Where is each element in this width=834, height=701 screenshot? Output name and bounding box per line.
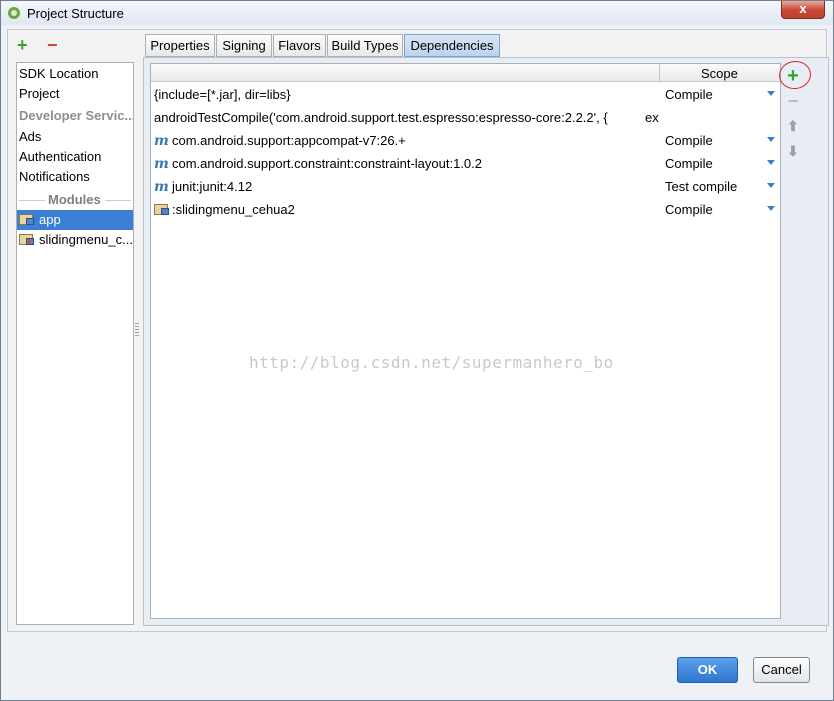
tab-flavors[interactable]: Flavors [273, 34, 326, 57]
library-module-icon [19, 233, 35, 245]
dependency-name: :slidingmenu_cehua2 [172, 202, 295, 217]
dependency-row[interactable]: m com.android.support.constraint:constrai… [151, 152, 780, 175]
chevron-down-icon[interactable] [767, 160, 775, 165]
dependency-name: com.android.support:appcompat-v7:26.+ [172, 133, 406, 148]
scope-dropdown[interactable]: Compile [665, 87, 713, 102]
maven-icon: m [154, 156, 169, 172]
modules-section-header: Modules [17, 190, 133, 210]
modules-header-label: Modules [48, 192, 101, 207]
module-item-slidingmenu[interactable]: slidingmenu_c... [17, 230, 133, 250]
dependency-name: com.android.support.constraint:constrain… [172, 156, 483, 171]
nav-item-project[interactable]: Project [17, 84, 133, 104]
move-up-icon[interactable]: ⬆ [783, 116, 803, 136]
android-module-icon [19, 213, 35, 225]
nav-section-developer-services: Developer Servic... [19, 108, 133, 123]
title-bar: Project Structure x [1, 1, 833, 25]
dependency-row[interactable]: m com.android.support:appcompat-v7:26.+ C… [151, 129, 780, 152]
nav-item-ads[interactable]: Ads [17, 127, 133, 147]
splitter-handle[interactable] [135, 323, 139, 337]
maven-icon: m [154, 133, 169, 149]
dependency-name: {include=[*.jar], dir=libs} [154, 87, 291, 102]
dependency-name: androidTestCompile('com.android.support.… [154, 110, 608, 125]
scope-column-header[interactable]: Scope [701, 66, 738, 81]
dependency-row[interactable]: :slidingmenu_cehua2 Compile [151, 198, 780, 221]
project-structure-dialog: Project Structure x + − SDK Location Pro… [0, 0, 834, 701]
scope-dropdown[interactable]: Test compile [665, 179, 737, 194]
dependency-row[interactable]: androidTestCompile('com.android.support.… [151, 106, 780, 129]
add-module-button[interactable]: + [17, 36, 31, 54]
close-button[interactable]: x [781, 1, 825, 19]
android-studio-icon [8, 7, 20, 19]
module-icon [154, 203, 170, 215]
nav-item-authentication[interactable]: Authentication [17, 147, 133, 167]
dependencies-table: Scope {include=[*.jar], dir=libs} Compil… [150, 63, 781, 619]
module-item-label: slidingmenu_c... [39, 232, 133, 247]
tab-signing[interactable]: Signing [216, 34, 272, 57]
nav-item-sdk-location[interactable]: SDK Location [17, 64, 133, 84]
dependency-row[interactable]: {include=[*.jar], dir=libs} Compile [151, 83, 780, 106]
settings-nav-list: SDK Location Project Developer Servic...… [16, 62, 134, 625]
scope-dropdown[interactable]: Compile [665, 156, 713, 171]
module-item-label: app [39, 212, 61, 227]
remove-dependency-button[interactable]: − [783, 91, 803, 111]
watermark-text: http://blog.csdn.net/supermanhero_bo [249, 353, 614, 372]
tab-build-types[interactable]: Build Types [327, 34, 403, 57]
scope-dropdown[interactable]: Compile [665, 133, 713, 148]
chevron-down-icon[interactable] [767, 206, 775, 211]
chevron-down-icon[interactable] [767, 137, 775, 142]
chevron-down-icon[interactable] [767, 183, 775, 188]
table-header: Scope [151, 64, 780, 82]
tab-properties[interactable]: Properties [145, 34, 215, 57]
ok-button[interactable]: OK [677, 657, 738, 683]
cancel-button[interactable]: Cancel [753, 657, 810, 683]
maven-icon: m [154, 179, 169, 195]
remove-module-button[interactable]: − [47, 36, 61, 54]
dependency-row[interactable]: m junit:junit:4.12 Test compile [151, 175, 780, 198]
nav-item-notifications[interactable]: Notifications [17, 167, 133, 187]
window-title: Project Structure [27, 6, 124, 21]
move-down-icon[interactable]: ⬇ [783, 141, 803, 161]
module-item-app[interactable]: app [17, 210, 133, 230]
chevron-down-icon[interactable] [767, 91, 775, 96]
dependency-scope-truncated: exc [645, 110, 659, 125]
scope-dropdown[interactable]: Compile [665, 202, 713, 217]
tab-dependencies[interactable]: Dependencies [404, 34, 500, 57]
dependency-name: junit:junit:4.12 [172, 179, 253, 194]
